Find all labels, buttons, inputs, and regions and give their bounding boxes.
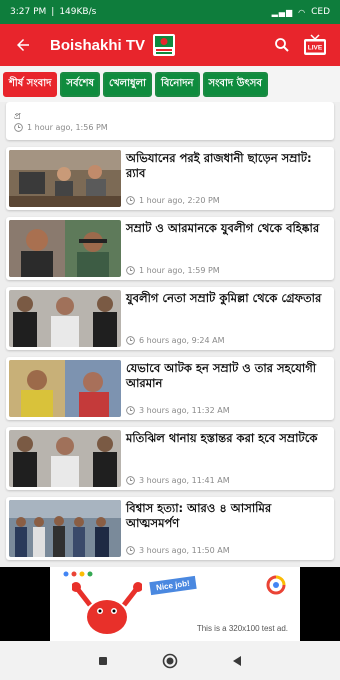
news-thumbnail: [9, 360, 121, 417]
news-time-text: 3 hours ago, 11:50 AM: [139, 546, 230, 555]
news-time-text: 1 hour ago, 1:56 PM: [27, 123, 108, 132]
news-time: 1 hour ago, 2:20 PM: [126, 196, 327, 205]
news-card[interactable]: যেভাবে আটক হন সম্রাট ও তার সহযোগী আরমান …: [6, 357, 334, 420]
tab-entertainment[interactable]: বিনোদন: [154, 71, 200, 97]
news-time-text: 3 hours ago, 11:41 AM: [139, 476, 230, 485]
ad-text: This is a 320x100 test ad.: [196, 624, 288, 633]
status-speed: 149KB/s: [59, 7, 97, 17]
news-title: প্র: [14, 113, 21, 121]
recents-icon[interactable]: [93, 651, 113, 671]
category-tab-bar: শীর্ষ সংবাদ সর্বশেষ খেলাধুলা বিনোদন সংবা…: [0, 66, 340, 102]
status-bar: 3:27 PM | 149KB/s ▂▄▆ ◠ CED: [0, 0, 340, 24]
clock-icon: [126, 406, 135, 415]
news-title: যেভাবে আটক হন সম্রাট ও তার সহযোগী আরমান: [126, 361, 317, 390]
news-thumbnail: [9, 150, 121, 207]
clock-icon: [126, 546, 135, 555]
ad-content[interactable]: Nice job! This is a 320x100 test ad.: [50, 567, 300, 641]
news-thumbnail: [9, 290, 121, 347]
battery-indicator: CED: [311, 7, 330, 17]
clock-icon: [14, 123, 23, 132]
news-time-text: 6 hours ago, 9:24 AM: [139, 336, 225, 345]
back-nav-icon[interactable]: [227, 651, 247, 671]
system-nav-bar: [0, 641, 340, 680]
news-time: 6 hours ago, 9:24 AM: [126, 336, 327, 345]
back-arrow-icon[interactable]: [10, 32, 36, 58]
news-card[interactable]: বিশ্বাস হত্যা: আরও ৪ আসামির আত্মসমর্পণ 3…: [6, 497, 334, 560]
news-card[interactable]: মতিঝিল থানায় হস্তান্তর করা হবে সম্রাটকে…: [6, 427, 334, 490]
ad-logo-icon: [266, 575, 286, 595]
tab-top-news[interactable]: শীর্ষ সংবাদ: [3, 71, 58, 97]
news-card[interactable]: অভিযানের পরই রাজধানী ছাড়েন সম্রাট: র‍্য…: [6, 147, 334, 210]
news-title: অভিযানের পরই রাজধানী ছাড়েন সম্রাট: র‍্য…: [126, 151, 312, 180]
news-title: বিশ্বাস হত্যা: আরও ৪ আসামির আত্মসমর্পণ: [126, 501, 272, 530]
news-list: প্র 1 hour ago, 1:56 PM অভিযানের পরই রাজ…: [0, 102, 340, 567]
live-tv-icon[interactable]: LIVE: [300, 31, 330, 59]
news-time: 1 hour ago, 1:59 PM: [126, 266, 327, 275]
ad-mascot-icon: [72, 582, 142, 634]
news-title: সম্রাট ও আরমানকে যুবলীগ থেকে বহিষ্কার: [126, 221, 320, 235]
search-icon[interactable]: [268, 31, 296, 59]
ad-banner[interactable]: Nice job! This is a 320x100 test ad.: [0, 567, 340, 641]
signal-icon: ▂▄▆: [271, 7, 294, 17]
news-thumbnail: [9, 500, 121, 557]
status-separator: |: [51, 7, 55, 17]
news-time: 3 hours ago, 11:41 AM: [126, 476, 327, 485]
status-time: 3:27 PM: [10, 7, 47, 17]
svg-text:LIVE: LIVE: [308, 45, 323, 52]
news-thumbnail: [9, 220, 121, 277]
channel-logo-icon: [153, 34, 176, 56]
news-time: 1 hour ago, 1:56 PM: [14, 123, 324, 132]
clock-icon: [126, 196, 135, 205]
tab-sports[interactable]: খেলাধুলা: [103, 71, 152, 97]
app-bar: Boishakhi TV LIVE: [0, 24, 340, 66]
news-card[interactable]: প্র 1 hour ago, 1:56 PM: [6, 102, 334, 140]
news-card[interactable]: সম্রাট ও আরমানকে যুবলীগ থেকে বহিষ্কার 1 …: [6, 217, 334, 280]
wifi-icon: ◠: [298, 7, 307, 17]
news-time-text: 1 hour ago, 1:59 PM: [139, 266, 220, 275]
news-time: 3 hours ago, 11:50 AM: [126, 546, 327, 555]
news-card[interactable]: যুবলীগ নেতা সম্রাট কুমিল্লা থেকে গ্রেফতা…: [6, 287, 334, 350]
news-time-text: 3 hours ago, 11:32 AM: [139, 406, 230, 415]
home-icon[interactable]: [160, 651, 180, 671]
news-title: মতিঝিল থানায় হস্তান্তর করা হবে সম্রাটকে: [126, 431, 318, 445]
ad-badge: Nice job!: [149, 575, 197, 596]
news-time-text: 1 hour ago, 2:20 PM: [139, 196, 220, 205]
news-time: 3 hours ago, 11:32 AM: [126, 406, 327, 415]
app-title: Boishakhi TV: [50, 36, 146, 54]
news-title: যুবলীগ নেতা সম্রাট কুমিল্লা থেকে গ্রেফতা…: [126, 291, 322, 305]
clock-icon: [126, 476, 135, 485]
tab-latest[interactable]: সর্বশেষ: [60, 71, 101, 97]
tab-news-festival[interactable]: সংবাদ উৎসব: [202, 71, 268, 97]
clock-icon: [126, 266, 135, 275]
clock-icon: [126, 336, 135, 345]
news-thumbnail: [9, 430, 121, 487]
